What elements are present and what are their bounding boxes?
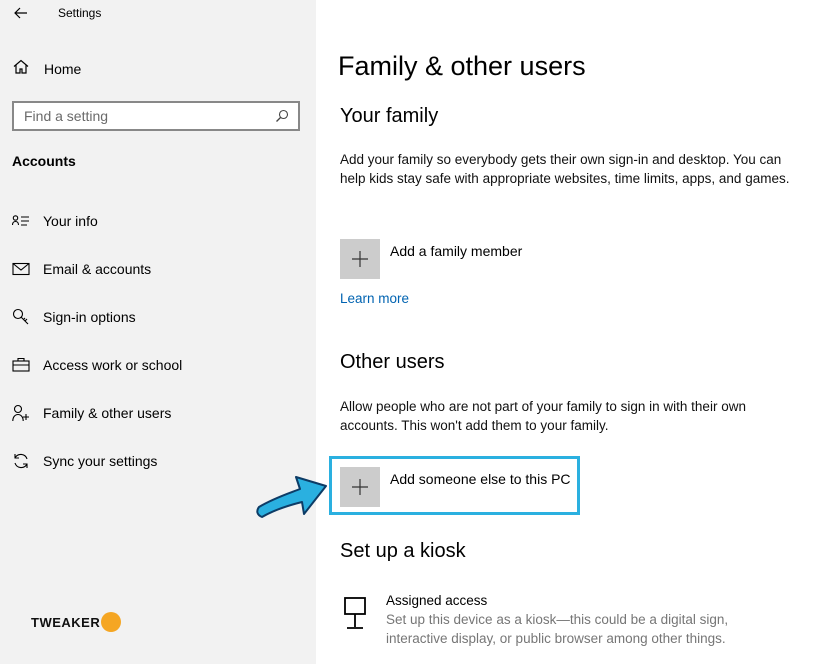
home-icon (12, 58, 30, 81)
sidebar-item-family-other-users[interactable]: Family & other users (12, 402, 171, 424)
sidebar-item-label: Email & accounts (43, 261, 152, 277)
kiosk-heading: Set up a kiosk (340, 540, 466, 562)
sync-icon (12, 452, 30, 470)
pointer-arrow-icon (256, 476, 327, 518)
sidebar-item-your-info[interactable]: Your info (12, 210, 98, 232)
your-family-description: Add your family so everybody gets their … (340, 152, 790, 186)
brand-badge-icon (101, 612, 122, 632)
sidebar-item-label: Your info (43, 213, 98, 229)
search-icon[interactable] (274, 108, 290, 124)
envelope-icon (12, 260, 30, 278)
kiosk-icon (340, 595, 370, 631)
add-family-member-button[interactable]: Add a family member (340, 239, 522, 279)
briefcase-icon (12, 356, 30, 374)
sidebar-item-label: Family & other users (43, 405, 172, 421)
add-someone-else-label: Add someone else to this PC (390, 471, 571, 487)
sidebar: Settings Home Accounts Your info Email &… (0, 0, 316, 664)
search-box[interactable] (12, 101, 300, 131)
home-nav-item[interactable]: Home (12, 58, 81, 80)
plus-icon (340, 467, 380, 507)
sidebar-item-sign-in-options[interactable]: Sign-in options (12, 306, 136, 328)
learn-more-link[interactable]: Learn more (340, 291, 409, 306)
section-label-accounts: Accounts (12, 153, 76, 169)
other-users-heading: Other users (340, 351, 445, 373)
back-arrow-icon (14, 7, 27, 19)
brand-logo: TWEAKER (31, 612, 122, 632)
sidebar-item-sync-settings[interactable]: Sync your settings (12, 450, 157, 472)
sidebar-item-access-work-school[interactable]: Access work or school (12, 354, 182, 376)
page-title: Family & other users (338, 51, 586, 81)
search-input[interactable] (24, 108, 274, 124)
assigned-access-title: Assigned access (386, 593, 488, 608)
other-users-description: Allow people who are not part of your fa… (340, 399, 746, 433)
sidebar-item-email-accounts[interactable]: Email & accounts (12, 258, 151, 280)
home-label: Home (44, 61, 82, 77)
sidebar-item-label: Sync your settings (43, 453, 158, 469)
person-add-icon (12, 404, 30, 422)
key-icon (12, 308, 30, 326)
sidebar-item-label: Sign-in options (43, 309, 136, 325)
add-family-member-label: Add a family member (390, 243, 523, 259)
assigned-access-description: Set up this device as a kiosk—this could… (386, 612, 729, 646)
sidebar-item-label: Access work or school (43, 357, 183, 373)
main-content: Family & other users Your family Add you… (316, 0, 815, 664)
your-family-heading: Your family (340, 105, 439, 127)
person-card-icon (12, 212, 30, 230)
plus-icon (340, 239, 380, 279)
brand-text: TWEAKER (31, 614, 101, 630)
add-someone-else-button[interactable]: Add someone else to this PC (340, 467, 571, 507)
window-title: Settings (58, 6, 102, 20)
assigned-access-item[interactable]: Assigned access Set up this device as a … (340, 593, 786, 648)
back-button[interactable] (10, 4, 32, 22)
